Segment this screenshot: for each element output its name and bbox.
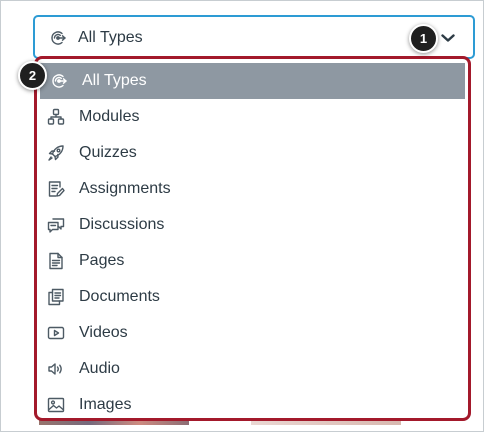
rocket-icon bbox=[48, 145, 64, 161]
assignment-icon bbox=[48, 181, 65, 197]
audio-icon bbox=[48, 363, 62, 375]
screenshot-frame: All Types All Types Modules Quizzes Assi… bbox=[0, 0, 484, 432]
all-types-icon bbox=[51, 31, 66, 45]
document-icon bbox=[48, 288, 64, 306]
menu-item-label: Modules bbox=[79, 108, 140, 125]
discussion-icon bbox=[47, 218, 65, 233]
menu-item-label: Images bbox=[79, 396, 132, 413]
menu-item-documents[interactable]: Documents bbox=[37, 279, 468, 315]
menu-item-quizzes[interactable]: Quizzes bbox=[37, 135, 468, 171]
menu-item-pages[interactable]: Pages bbox=[37, 243, 468, 279]
menu-item-modules[interactable]: Modules bbox=[37, 99, 468, 135]
chevron-down-icon[interactable] bbox=[441, 33, 455, 43]
menu-item-videos[interactable]: Videos bbox=[37, 315, 468, 351]
type-options-menu: All Types Modules Quizzes Assignments Di… bbox=[34, 56, 471, 421]
menu-item-discussions[interactable]: Discussions bbox=[37, 207, 468, 243]
menu-item-label: All Types bbox=[82, 72, 147, 89]
select-value: All Types bbox=[78, 29, 143, 46]
menu-item-all-types[interactable]: All Types bbox=[40, 63, 465, 99]
menu-item-label: Audio bbox=[79, 360, 120, 377]
menu-item-label: Videos bbox=[79, 324, 128, 341]
menu-item-label: Pages bbox=[79, 252, 125, 269]
menu-item-images[interactable]: Images bbox=[37, 387, 468, 418]
menu-item-assignments[interactable]: Assignments bbox=[37, 171, 468, 207]
video-icon bbox=[47, 326, 65, 340]
modules-icon bbox=[47, 108, 65, 125]
menu-item-label: Quizzes bbox=[79, 144, 137, 161]
callout-badge-2: 2 bbox=[18, 61, 47, 90]
page-icon bbox=[49, 252, 63, 270]
menu-item-label: Assignments bbox=[79, 180, 171, 197]
all-types-icon bbox=[52, 74, 67, 88]
image-icon bbox=[47, 397, 65, 413]
menu-item-label: Discussions bbox=[79, 216, 165, 233]
menu-item-audio[interactable]: Audio bbox=[37, 351, 468, 387]
callout-badge-1: 1 bbox=[409, 24, 438, 53]
menu-item-label: Documents bbox=[79, 288, 160, 305]
